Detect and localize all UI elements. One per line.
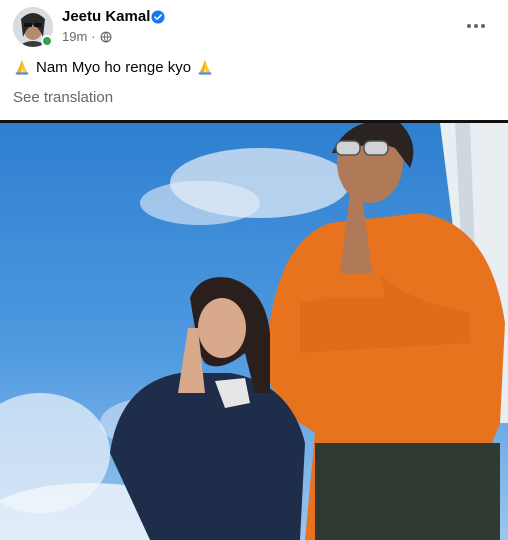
folded-hands-emoji	[15, 59, 29, 75]
post-header: Jeetu Kamal 19m ·	[0, 0, 508, 52]
globe-icon[interactable]	[100, 31, 112, 43]
author-name[interactable]: Jeetu Kamal	[62, 8, 150, 25]
meta-separator: ·	[91, 29, 96, 44]
post-time[interactable]: 19m	[62, 29, 87, 44]
see-translation-link[interactable]: See translation	[13, 89, 113, 106]
folded-hands-emoji	[198, 59, 212, 75]
post-photo[interactable]	[0, 120, 508, 540]
more-options-icon	[467, 24, 485, 28]
post-message: Nam Myo ho renge kyo	[13, 58, 214, 76]
post-message-text: Nam Myo ho renge kyo	[36, 58, 192, 76]
post-meta: 19m ·	[62, 29, 112, 44]
verified-badge-icon	[151, 10, 165, 24]
online-status-dot	[41, 35, 53, 47]
more-options-button[interactable]	[462, 12, 490, 40]
